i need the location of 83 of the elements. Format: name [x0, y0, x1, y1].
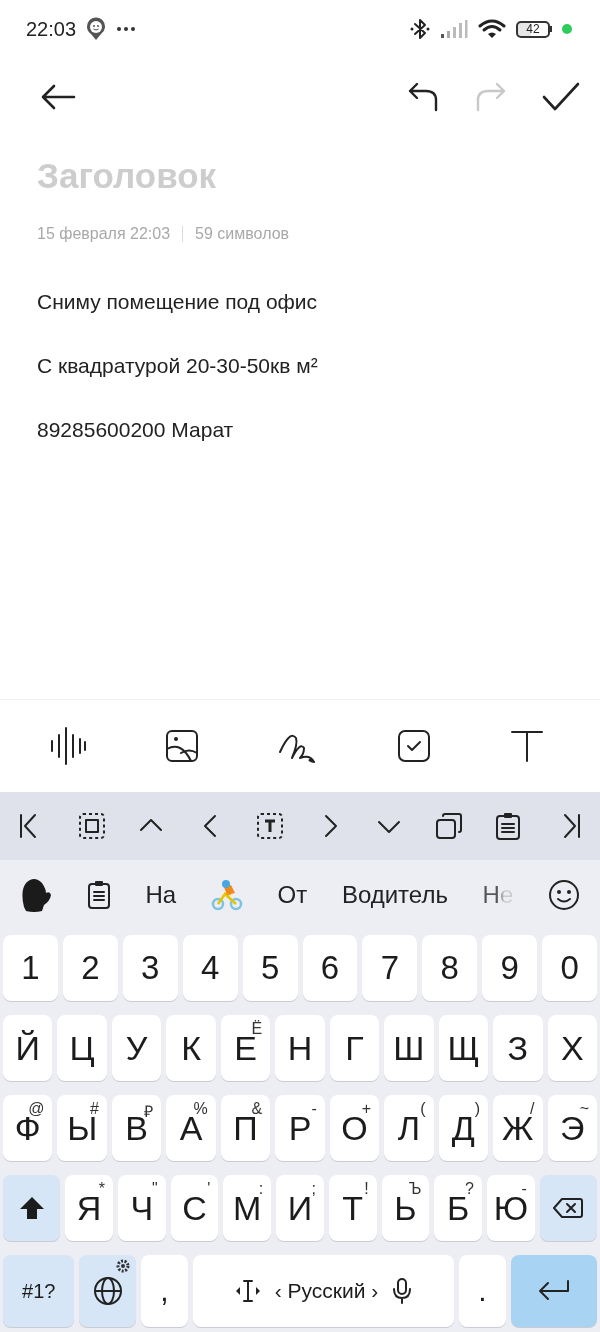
signal-icon: [440, 19, 468, 39]
comma-key[interactable]: ,: [141, 1255, 188, 1327]
keyboard-key[interactable]: Г: [329, 1015, 380, 1081]
keyboard-key[interactable]: 8: [422, 935, 478, 1001]
voice-wave-icon[interactable]: [50, 726, 86, 766]
symbols-key[interactable]: #1?: [3, 1255, 75, 1327]
suggestion-word[interactable]: На: [145, 881, 177, 909]
copy-icon[interactable]: [434, 812, 463, 840]
keyboard-key[interactable]: Д): [438, 1095, 489, 1161]
enter-arrow-icon: [536, 1279, 571, 1303]
keyboard-key[interactable]: Ф@: [3, 1095, 53, 1161]
keyboard-key[interactable]: 5: [242, 935, 298, 1001]
note-text-line: С квадратурой 20-30-50кв м²: [37, 353, 319, 379]
smiley-icon[interactable]: [548, 879, 580, 911]
keyboard-key[interactable]: 6: [302, 935, 358, 1001]
backspace-icon: [553, 1197, 584, 1219]
keyboard-key[interactable]: Й: [3, 1015, 53, 1081]
keyboard-key[interactable]: Щ: [438, 1015, 489, 1081]
language-key[interactable]: [79, 1255, 137, 1327]
more-icon: [116, 26, 137, 32]
keyboard-key[interactable]: Х: [547, 1015, 597, 1081]
suggestion-word[interactable]: От: [277, 881, 308, 909]
keyboard-key[interactable]: 2: [62, 935, 118, 1001]
space-bar[interactable]: ‹ Русский ›: [192, 1255, 454, 1327]
keyboard-key[interactable]: 4: [182, 935, 238, 1001]
undo-icon[interactable]: [406, 82, 440, 112]
keyboard-key[interactable]: И;: [276, 1175, 324, 1241]
suggestion-word[interactable]: Водитель: [341, 881, 448, 909]
keyboard-key[interactable]: Я*: [65, 1175, 113, 1241]
backspace-key[interactable]: [539, 1175, 597, 1241]
clock: 22:03: [26, 17, 77, 41]
keyboard-key[interactable]: А%: [166, 1095, 216, 1161]
shift-arrow-icon: [18, 1195, 45, 1221]
keyboard-key[interactable]: О+: [329, 1095, 380, 1161]
keyboard-key[interactable]: З: [493, 1015, 543, 1081]
select-all-icon[interactable]: [77, 812, 106, 840]
keyboard-key[interactable]: Л(: [384, 1095, 434, 1161]
keyboard-key[interactable]: Э~: [547, 1095, 597, 1161]
shift-key[interactable]: [3, 1175, 61, 1241]
keyboard-key[interactable]: М:: [223, 1175, 272, 1241]
clipboard-icon[interactable]: [86, 880, 111, 910]
keyboard-key[interactable]: Р-: [275, 1095, 325, 1161]
image-icon[interactable]: [165, 729, 199, 763]
keyboard-key[interactable]: Ы#: [57, 1095, 107, 1161]
keyboard-key[interactable]: С': [170, 1175, 219, 1241]
globe-icon: [92, 1276, 123, 1306]
status-dot-icon: [562, 24, 572, 34]
keyboard-key[interactable]: Б?: [434, 1175, 482, 1241]
back-arrow-icon[interactable]: [40, 83, 76, 111]
keyboard-key[interactable]: Ю-: [487, 1175, 535, 1241]
keyboard-key[interactable]: Ч": [118, 1175, 166, 1241]
checkbox-icon[interactable]: [397, 729, 431, 763]
keyboard-key[interactable]: У: [111, 1015, 162, 1081]
note-text-line: Сниму помещение под офис: [37, 289, 319, 315]
keyboard-key[interactable]: Ж/: [493, 1095, 543, 1161]
note-date: 15 февраля 22:03: [37, 225, 171, 243]
keyboard-key[interactable]: В₽: [111, 1095, 162, 1161]
period-key[interactable]: .: [459, 1255, 506, 1327]
character-count: 59 символов: [195, 225, 290, 243]
keyboard-key[interactable]: Ш: [384, 1015, 434, 1081]
microphone-icon: [392, 1277, 413, 1305]
text-format-icon[interactable]: [510, 729, 544, 763]
keyboard-key[interactable]: 7: [362, 935, 418, 1001]
keyboard-key[interactable]: 3: [122, 935, 178, 1001]
keyboard-key[interactable]: П&: [220, 1095, 271, 1161]
checkmark-icon[interactable]: [542, 82, 580, 112]
keyboard-key[interactable]: 0: [542, 935, 598, 1001]
keyboard-key[interactable]: Н: [275, 1015, 325, 1081]
keyboard-key[interactable]: Ц: [57, 1015, 107, 1081]
note-text-line: 89285600200 Марат: [37, 417, 235, 443]
location-face-icon: [86, 17, 107, 41]
cursor-move-icon: [234, 1278, 261, 1304]
enter-key[interactable]: [510, 1255, 597, 1327]
mitten-logo-icon[interactable]: [20, 877, 52, 913]
select-text-icon[interactable]: [256, 812, 285, 840]
keyboard-key[interactable]: Т!: [328, 1175, 377, 1241]
battery-icon: 42: [516, 20, 552, 38]
keyboard-key[interactable]: 9: [482, 935, 538, 1001]
wifi-icon: [478, 18, 506, 40]
clipboard-icon[interactable]: [494, 812, 523, 840]
bluetooth-icon: [410, 18, 430, 40]
keyboard-key[interactable]: К: [166, 1015, 216, 1081]
keyboard-key[interactable]: 1: [3, 935, 58, 1001]
